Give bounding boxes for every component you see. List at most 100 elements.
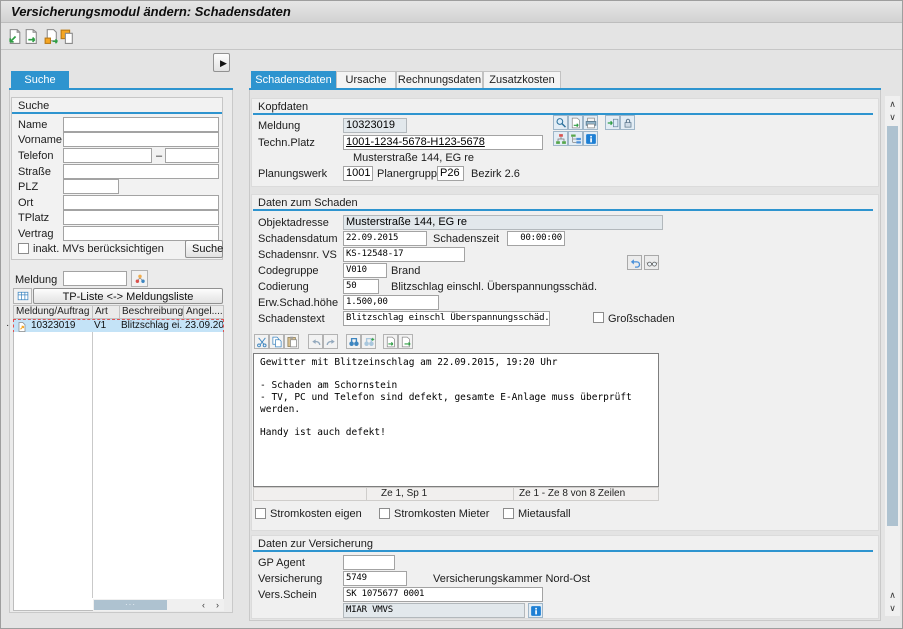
column-header-art[interactable]: Art [92,305,120,319]
tplatz-input[interactable] [63,210,219,225]
codierung-text: Blitzschlag einschl. Überspannungsschäd. [391,281,597,293]
table-row[interactable]: 10323019 V1 Blitzschlag ei... 23.09.20..… [13,319,224,333]
ort-input[interactable] [63,195,219,210]
paste-button[interactable] [284,334,299,349]
scroll-left-icon[interactable]: ‹ [197,599,210,611]
redo-text-button[interactable] [323,334,338,349]
result-list-area[interactable] [13,332,224,611]
versschein-field[interactable]: SK 1075677 0001 [343,587,543,602]
schadenszeit-field[interactable]: 00:00:00 [507,231,565,246]
tab-zusatzkosten[interactable]: Zusatzkosten [483,71,561,88]
strasse-label: Straße [18,166,51,178]
column-header-beschreibung[interactable]: Beschreibung [119,305,184,319]
printer-icon [585,117,597,129]
telefon-input-2[interactable] [165,148,219,163]
doc-arrow-back-icon[interactable] [6,28,23,45]
versicherung-title: Daten zur Versicherung [258,538,373,550]
versicherung-field[interactable]: 5749 [343,571,407,586]
export-text-button[interactable] [398,334,413,349]
glasses-icon [646,257,658,269]
technplatz-address-text: Musterstraße 144, EG re [353,152,474,164]
gpagent-field[interactable] [343,555,395,570]
find-next-button[interactable] [361,334,376,349]
search-button[interactable]: Suche [185,240,223,258]
display-button[interactable] [553,115,568,130]
search-group-underline [12,112,222,114]
org-chart-button[interactable] [553,131,568,146]
strasse-input[interactable] [63,164,219,179]
column-header-angelegt[interactable]: Angel.... [183,305,224,319]
doc-arrow-forward-icon[interactable] [23,28,40,45]
mietausfall-checkbox[interactable] [503,508,514,519]
schadensdatum-field[interactable]: 22.09.2015 [343,231,427,246]
inakt-mvs-checkbox[interactable] [18,243,29,254]
name-input[interactable] [63,117,219,132]
scissors-icon [256,336,268,348]
stromkosten-eigen-checkbox[interactable] [255,508,266,519]
display-change-button[interactable] [644,255,659,270]
vertrag-info-button[interactable] [528,603,543,618]
objektadresse-field[interactable]: Musterstraße 144, EG re [343,215,663,230]
doc-new-orange-icon[interactable] [43,28,60,45]
scroll-up-top-icon[interactable]: ∧ [886,98,899,110]
import-text-button[interactable] [383,334,398,349]
goto-object-button[interactable] [605,115,620,130]
copy-button[interactable] [269,334,284,349]
undo-button[interactable] [627,255,642,270]
schadenszeit-label: Schadenszeit [433,233,499,245]
planergruppe-field[interactable]: P26 [437,166,464,181]
list-hscrollbar-thumb[interactable]: ··· [94,600,167,610]
grossschaden-checkbox[interactable] [593,312,604,323]
vscrollbar-thumb[interactable] [887,126,898,526]
schadenstext-field[interactable]: Blitzschlag einschl Überspannungsschäd. [343,311,550,326]
vertrag-input[interactable] [63,226,219,241]
info-icon [585,133,597,145]
structure-list-button[interactable] [568,131,583,146]
list-view-toggle-button[interactable] [13,288,32,304]
vertragsart-field[interactable]: MIAR VMVS [343,603,525,618]
longtext-editor[interactable]: Gewitter mit Blitzeinschlag am 22.09.201… [253,353,659,487]
stromkosten-mieter-checkbox[interactable] [379,508,390,519]
tab-suche[interactable]: Suche [11,71,69,88]
redo-icon [325,336,337,348]
telefon-input-1[interactable] [63,148,152,163]
cut-button[interactable] [254,334,269,349]
erwschad-field[interactable]: 1.500,00 [343,295,439,310]
longtext-content[interactable]: Gewitter mit Blitzeinschlag am 22.09.201… [254,354,658,442]
document-flow-button[interactable] [568,115,583,130]
undo-text-button[interactable] [308,334,323,349]
stromkosten-mieter-label: Stromkosten Mieter [394,508,489,520]
tp-liste-meldungsliste-button[interactable]: TP-Liste <-> Meldungsliste [33,288,223,304]
scroll-up-bottom-icon[interactable]: ∧ [886,589,899,601]
codegruppe-field[interactable]: V010 [343,263,387,278]
meldung-search-input[interactable] [63,271,127,286]
tab-schadensdaten[interactable]: Schadensdaten [251,71,336,88]
schadensnr-field[interactable]: KS-12548-17 [343,247,465,262]
meldung-field[interactable]: 10323019 [343,118,407,133]
expand-panel-button[interactable]: ▶ [213,53,230,72]
print-button[interactable] [583,115,598,130]
technplatz-field[interactable]: 1001-1234-5678-H123-5678 [343,135,543,150]
tab-rechnungsdaten[interactable]: Rechnungsdaten [396,71,483,88]
versicherung-name-text: Versicherungskammer Nord-Ost [433,573,590,585]
find-button[interactable] [346,334,361,349]
binoculars-plus-icon [363,336,375,348]
info-button[interactable] [583,131,598,146]
tab-ursache[interactable]: Ursache [336,71,396,88]
technplatz-label: Techn.Platz [258,137,315,149]
lock-button[interactable] [620,115,635,130]
scroll-down-top-icon[interactable]: ∨ [886,111,899,123]
planungswerk-field[interactable]: 1001 [343,166,373,181]
editor-status-empty [253,487,367,501]
doc-clipboard-orange-icon[interactable] [59,28,76,45]
vorname-input[interactable] [63,132,219,147]
hierarchy-colored-icon [134,273,146,285]
meldung-search-go-button[interactable] [131,270,148,287]
scroll-right-icon[interactable]: › [211,599,224,611]
plz-input[interactable] [63,179,119,194]
expand-triangle-icon: ▶ [220,58,227,68]
column-header-meldung-auftrag[interactable]: Meldung/Auftrag [13,305,93,319]
scroll-down-bottom-icon[interactable]: ∨ [886,602,899,614]
codierung-field[interactable]: 50 [343,279,379,294]
ort-label: Ort [18,197,33,209]
